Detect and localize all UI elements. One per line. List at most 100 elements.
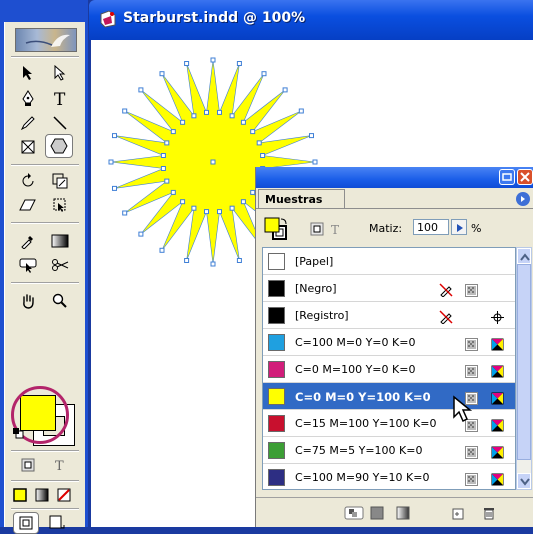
swatch-row[interactable]: C=15 M=100 Y=100 K=0	[263, 410, 515, 437]
anchor-point[interactable]	[309, 133, 314, 139]
pen-tool-icon[interactable]	[15, 88, 41, 110]
button-tool-icon[interactable]	[15, 254, 41, 276]
shear-tool-icon[interactable]	[15, 194, 41, 216]
anchor-point[interactable]	[184, 258, 190, 263]
anchor-point[interactable]	[170, 189, 176, 195]
swatch-row[interactable]: C=0 M=100 Y=0 K=0	[263, 356, 515, 383]
tint-input[interactable]	[413, 219, 449, 235]
gradient-tool-icon[interactable]	[47, 230, 73, 252]
rotate-tool-icon[interactable]	[15, 170, 41, 192]
toolbox-divider	[11, 164, 79, 166]
tint-slider-button[interactable]	[451, 219, 467, 235]
apply-gradient-icon[interactable]	[31, 484, 53, 506]
anchor-point[interactable]	[159, 71, 165, 77]
delete-swatch-icon[interactable]	[482, 506, 502, 522]
preview-view-icon[interactable]	[45, 512, 69, 532]
swatch-row[interactable]: C=100 M=0 Y=0 K=0	[263, 329, 515, 356]
free-transform-tool-icon[interactable]	[47, 194, 73, 216]
anchor-point[interactable]	[204, 209, 209, 215]
hand-tool-icon[interactable]	[15, 290, 41, 312]
tab-muestras[interactable]: Muestras	[258, 189, 346, 209]
type-tool-icon[interactable]: T	[47, 88, 73, 110]
anchor-point[interactable]	[159, 247, 165, 253]
anchor-point[interactable]	[122, 108, 128, 114]
swatch-row[interactable]: C=75 M=5 Y=100 K=0	[263, 437, 515, 464]
adobe-logo-banner[interactable]	[15, 28, 77, 52]
panel-title-bar[interactable]	[256, 167, 533, 188]
anchor-point[interactable]	[229, 205, 235, 211]
swatch-row[interactable]: [Papel]	[263, 248, 515, 275]
formatting-affects-icons[interactable]: T	[310, 221, 350, 240]
direct-selection-tool-icon[interactable]	[47, 62, 73, 84]
anchor-point[interactable]	[160, 166, 166, 171]
show-gradient-swatches-icon[interactable]	[396, 506, 416, 522]
normal-view-icon[interactable]	[13, 512, 39, 534]
show-all-swatches-icon[interactable]	[344, 506, 364, 522]
anchor-point[interactable]	[240, 119, 246, 125]
anchor-point[interactable]	[180, 199, 186, 205]
anchor-point[interactable]	[236, 61, 242, 66]
anchor-point[interactable]	[184, 61, 190, 66]
anchor-point[interactable]	[138, 231, 144, 237]
anchor-point[interactable]	[236, 258, 242, 263]
scroll-up-button[interactable]	[517, 248, 531, 264]
anchor-point[interactable]	[170, 129, 176, 135]
apply-color-icon[interactable]	[9, 484, 31, 506]
swatch-row[interactable]: [Negro]	[263, 275, 515, 302]
swatch-list-scrollbar[interactable]	[516, 247, 532, 490]
scale-tool-icon[interactable]	[47, 170, 73, 192]
anchor-point[interactable]	[112, 185, 117, 191]
anchor-point[interactable]	[112, 133, 117, 139]
anchor-point[interactable]	[122, 210, 128, 216]
rectangle-frame-tool-icon[interactable]	[15, 136, 41, 158]
default-fill-stroke-icon[interactable]	[11, 426, 25, 440]
apply-none-icon[interactable]	[53, 484, 75, 506]
anchor-point[interactable]	[204, 109, 209, 115]
scissors-tool-icon[interactable]	[47, 254, 73, 276]
new-swatch-icon[interactable]	[452, 506, 472, 522]
anchor-point[interactable]	[164, 178, 170, 184]
anchor-point[interactable]	[191, 205, 197, 211]
document-title-bar[interactable]: Starburst.indd @ 100%	[89, 0, 533, 40]
selection-tool-icon[interactable]	[15, 62, 41, 84]
line-tool-icon[interactable]	[47, 112, 73, 134]
anchor-point[interactable]	[298, 108, 304, 114]
anchor-point[interactable]	[229, 113, 235, 119]
anchor-point[interactable]	[210, 57, 216, 63]
anchor-point[interactable]	[217, 209, 222, 215]
swatch-row[interactable]: C=100 M=90 Y=10 K=0	[263, 464, 515, 489]
anchor-point[interactable]	[160, 153, 166, 158]
anchor-point[interactable]	[261, 71, 267, 77]
pencil-tool-icon[interactable]	[15, 112, 41, 134]
formatting-text-icon[interactable]: T	[47, 454, 73, 476]
anchor-point[interactable]	[256, 140, 262, 146]
anchor-point[interactable]	[210, 261, 216, 267]
swatch-row[interactable]: C=0 M=0 Y=100 K=0	[263, 383, 515, 410]
svg-text:T: T	[55, 459, 64, 472]
anchor-point[interactable]	[191, 113, 197, 119]
anchor-point[interactable]	[180, 119, 186, 125]
panel-menu-button[interactable]	[516, 192, 530, 206]
anchor-point[interactable]	[240, 199, 246, 205]
scroll-down-button[interactable]	[517, 473, 531, 489]
panel-footer	[256, 497, 533, 528]
formatting-container-icon[interactable]	[15, 454, 41, 476]
scroll-thumb[interactable]	[517, 264, 531, 460]
zoom-tool-icon[interactable]	[47, 290, 73, 312]
panel-close-button[interactable]	[517, 169, 533, 185]
anchor-point[interactable]	[164, 140, 170, 146]
center-point[interactable]	[210, 159, 216, 165]
anchor-point[interactable]	[312, 159, 318, 165]
eyedropper-tool-icon[interactable]	[15, 230, 41, 252]
anchor-point[interactable]	[282, 87, 288, 93]
anchor-point[interactable]	[260, 153, 266, 158]
panel-minimize-button[interactable]	[499, 169, 515, 185]
show-color-swatches-icon[interactable]	[370, 506, 390, 522]
anchor-point[interactable]	[108, 159, 114, 165]
polygon-tool-icon[interactable]	[45, 134, 73, 158]
anchor-point[interactable]	[250, 129, 256, 135]
anchor-point[interactable]	[138, 87, 144, 93]
swatch-row[interactable]: [Registro]	[263, 302, 515, 329]
fill-stroke-toggle-icon[interactable]	[264, 217, 288, 245]
anchor-point[interactable]	[217, 109, 222, 115]
